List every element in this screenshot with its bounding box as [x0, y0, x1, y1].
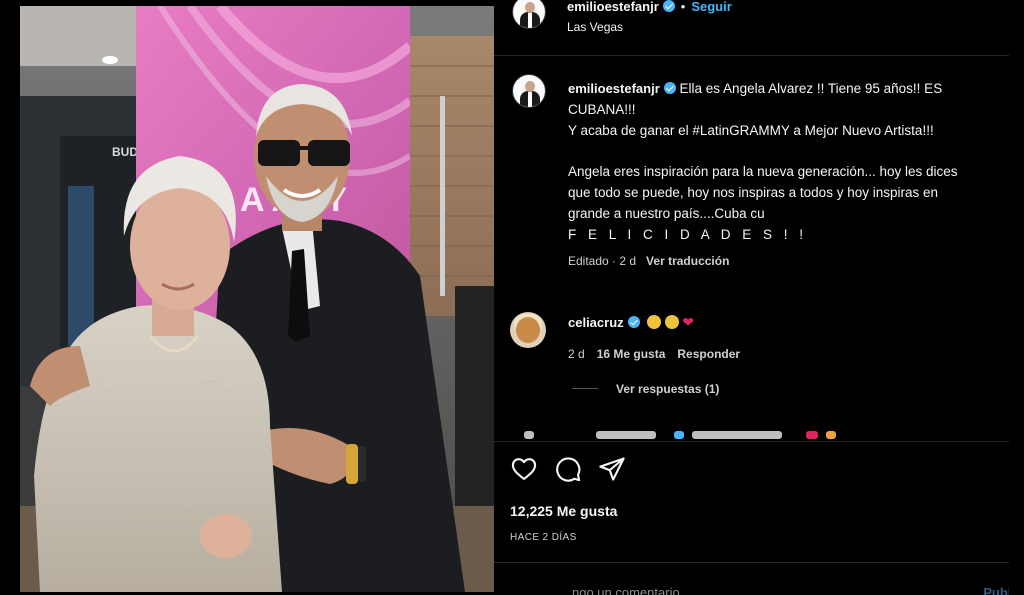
- caption-felicidades: F E L I C I D A D E S ! !: [568, 227, 808, 242]
- caption-line-5: que todo se puede, hoy nos inspiras a to…: [568, 185, 938, 200]
- commenter-username[interactable]: celiacruz: [568, 315, 624, 330]
- caption-avatar[interactable]: [512, 74, 546, 108]
- header-line: emilioestefanjr • Seguir: [567, 0, 732, 16]
- comment-icon: [556, 457, 581, 482]
- reply-button[interactable]: Responder: [677, 347, 740, 361]
- verified-badge-icon: [663, 82, 676, 94]
- add-comment-input[interactable]: ngo un comentario...: [572, 585, 772, 595]
- post-location[interactable]: Las Vegas: [567, 20, 623, 34]
- caption-line-3[interactable]: Y acaba de ganar el #LatinGRAMMY a Mejor…: [568, 120, 998, 141]
- heart-emoji-icon: ❤: [682, 314, 695, 330]
- clap-emoji-icon: [647, 315, 662, 329]
- follow-button[interactable]: Seguir: [691, 0, 731, 14]
- window-edge: [1009, 0, 1024, 595]
- caption-line-2: CUBANA!!!: [568, 102, 636, 117]
- commenter-avatar[interactable]: [510, 312, 546, 348]
- separator-dot: •: [680, 0, 686, 14]
- post-details-panel: emilioestefanjr • Seguir Las Vegas emilioe…: [494, 0, 1015, 595]
- heart-icon: [511, 458, 537, 480]
- post-photo: BUD A AMY: [20, 6, 494, 592]
- caption-username[interactable]: emilioestefanjr: [568, 81, 660, 96]
- like-button[interactable]: [510, 455, 540, 485]
- caption-line-1: Ella es Angela Alvarez !! Tiene 95 años!…: [679, 81, 943, 96]
- action-bar: [510, 455, 990, 485]
- likes-count[interactable]: 12,225 Me gusta: [510, 503, 617, 519]
- comment-button[interactable]: [554, 455, 584, 485]
- comment-likes[interactable]: 16 Me gusta: [597, 347, 666, 361]
- view-replies-button[interactable]: Ver respuestas (1): [572, 382, 719, 396]
- caption-line-4: Angela eres inspiración para la nueva ge…: [568, 164, 958, 179]
- comment-time: 2 d: [568, 347, 585, 361]
- actions-divider: [494, 441, 1009, 442]
- caption-meta: Editado · 2 d Ver traducción: [568, 251, 998, 272]
- comment-meta: 2 d 16 Me gusta Responder: [568, 347, 988, 361]
- post-header: emilioestefanjr • Seguir Las Vegas: [494, 0, 1009, 56]
- share-icon: [599, 457, 625, 481]
- sponsor-text: BUD: [112, 145, 138, 159]
- share-button[interactable]: [598, 455, 628, 485]
- see-translation-link[interactable]: Ver traducción: [646, 254, 729, 268]
- author-avatar[interactable]: [512, 0, 546, 29]
- verified-badge-icon: [662, 0, 675, 12]
- post-timestamp: HACE 2 DÍAS: [510, 532, 577, 543]
- next-comment-clipped: [516, 428, 846, 440]
- edited-time: Editado · 2 d: [568, 254, 637, 268]
- comment-body: celiacruz ❤ 2 d 16 Me gusta Responder: [568, 314, 988, 361]
- clap-emoji-icon: [665, 315, 680, 329]
- caption-line-6: grande a nuestro país....Cuba cu: [568, 206, 765, 221]
- verified-badge-icon: [627, 316, 640, 328]
- post-caption: emilioestefanjr Ella es Angela Alvarez !…: [568, 78, 998, 272]
- add-comment-divider: [494, 562, 1009, 563]
- author-username[interactable]: emilioestefanjr: [567, 0, 659, 14]
- photo-illustration: BUD A AMY: [20, 6, 494, 592]
